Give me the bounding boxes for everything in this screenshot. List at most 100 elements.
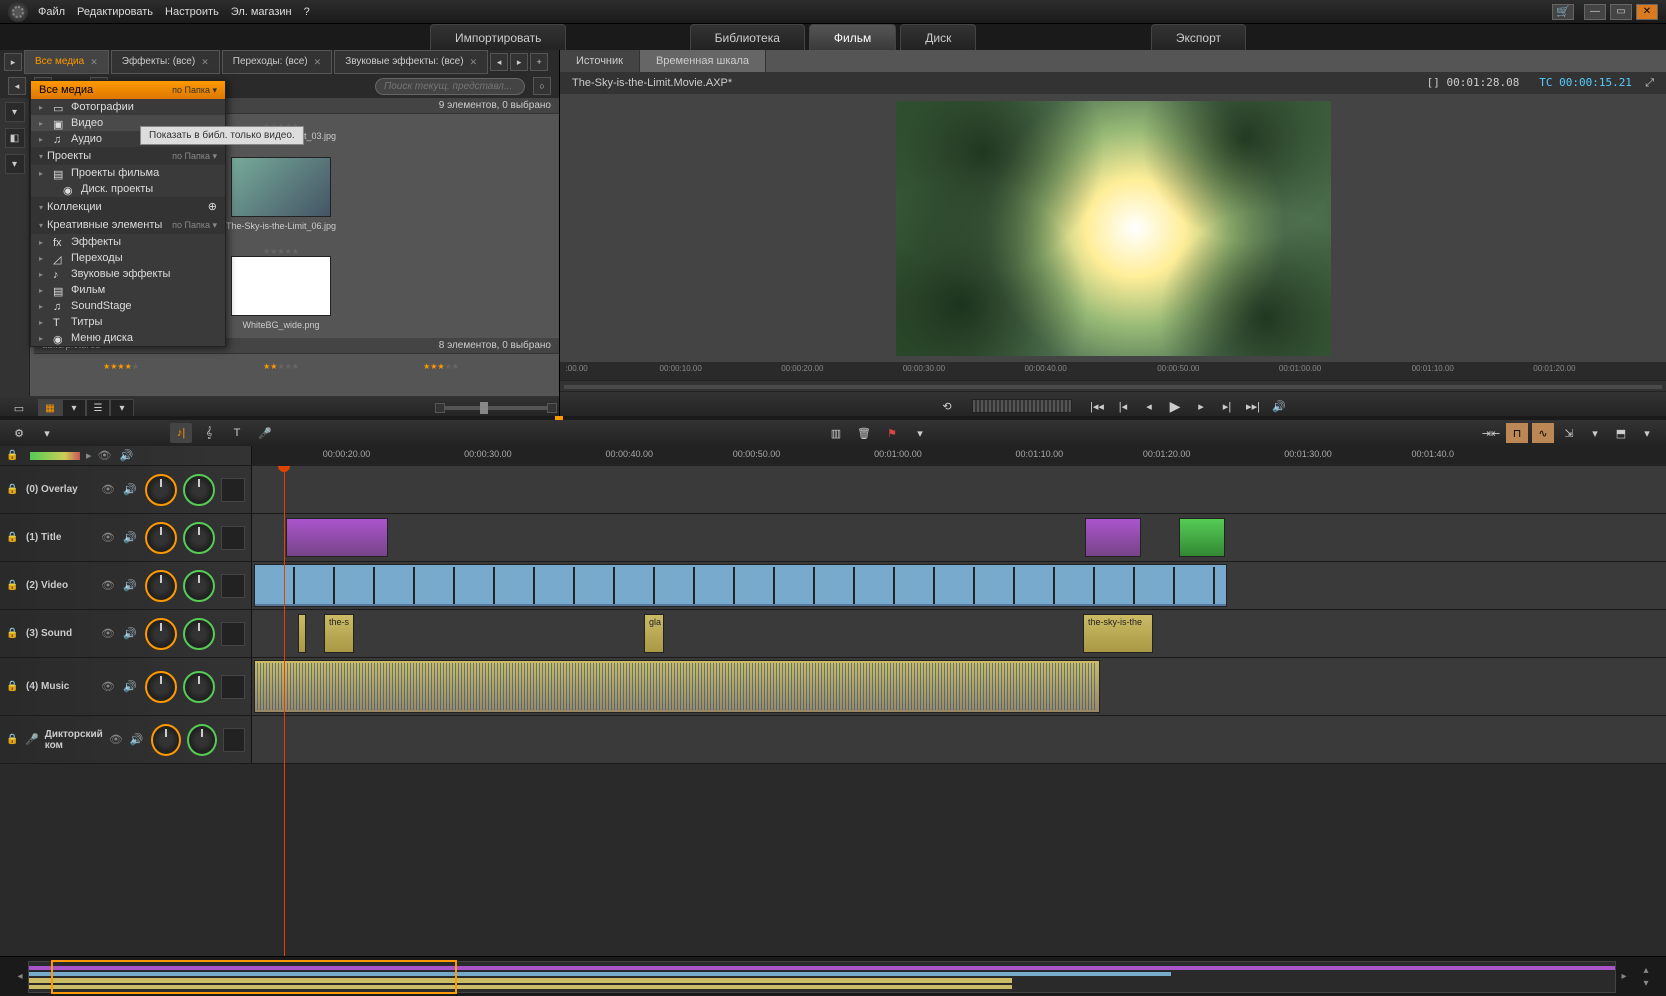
close-tab-icon[interactable]: ✕	[201, 51, 209, 73]
visibility-icon[interactable]: 👁	[101, 627, 117, 640]
tool-mode-dropdown[interactable]: ▾	[1584, 423, 1606, 443]
track-lane[interactable]: the-s gla the-sky-is-the	[252, 610, 1666, 657]
tool-trash[interactable]: 🗑	[853, 423, 875, 443]
tree-item-film-projects[interactable]: ▸▤Проекты фильма	[31, 165, 225, 181]
loop-button[interactable]: ⟲	[938, 397, 956, 415]
mute-icon[interactable]: 🔊	[123, 579, 139, 592]
window-close-button[interactable]: ✕	[1636, 4, 1658, 20]
tree-item-soundstage[interactable]: ▸♫SoundStage	[31, 298, 225, 314]
track-header[interactable]: 🔒 🎤 Дикторский ком 👁 🔊	[0, 716, 252, 763]
nav-scroll-right[interactable]: ▸	[1616, 971, 1632, 982]
nav-scroll-down[interactable]: ▾	[1638, 978, 1654, 989]
surround-grid[interactable]	[221, 526, 245, 550]
view-list-dropdown[interactable]: ▾	[110, 399, 134, 417]
mute-icon[interactable]: 🔊	[123, 531, 139, 544]
zoom-max-icon[interactable]	[547, 403, 557, 413]
track-header[interactable]: 🔒 (0) Overlay 👁 🔊	[0, 466, 252, 513]
window-maximize-button[interactable]: ▭	[1610, 4, 1632, 20]
pan-knob[interactable]	[183, 474, 215, 506]
timeline-ruler[interactable]: 00:00:20.00 00:00:30.00 00:00:40.00 00:0…	[252, 446, 1666, 466]
export-tab[interactable]: Экспорт	[1151, 24, 1246, 52]
navigator-viewport[interactable]	[51, 960, 457, 994]
thumbnail-item[interactable]: ★★★★★	[366, 362, 516, 371]
library-tab[interactable]: Библиотека	[690, 24, 805, 50]
volume-knob[interactable]	[145, 570, 177, 602]
rating-stars[interactable]: ★★★★★	[366, 362, 516, 371]
tool-voiceover[interactable]: 🎤	[254, 423, 276, 443]
pan-knob[interactable]	[183, 522, 215, 554]
track-header[interactable]: 🔒 (2) Video 👁 🔊	[0, 562, 252, 609]
tree-by-folder-label[interactable]: по Папка ▾	[172, 85, 217, 96]
strip-collapse-icon[interactable]: ▾	[5, 102, 25, 122]
tool-title[interactable]: T	[226, 423, 248, 443]
pan-knob[interactable]	[187, 724, 217, 756]
menu-edit[interactable]: Редактировать	[77, 6, 153, 18]
mute-icon[interactable]: 🔊	[123, 483, 139, 496]
surround-grid[interactable]	[221, 574, 245, 598]
sound-clip[interactable]	[298, 614, 306, 653]
sound-clip[interactable]: the-sky-is-the	[1083, 614, 1153, 653]
prev-frame-button[interactable]: |◂	[1114, 397, 1132, 415]
tree-header-all-media[interactable]: Все медиа по Папка ▾	[31, 81, 225, 99]
tool-insert[interactable]: ⬒	[1610, 423, 1632, 443]
disc-tab[interactable]: Диск	[900, 24, 976, 50]
window-minimize-button[interactable]: —	[1584, 4, 1606, 20]
library-tab-transitions[interactable]: Переходы: (все)✕	[222, 50, 332, 74]
library-zoom-slider[interactable]	[441, 406, 551, 410]
title-clip[interactable]	[286, 518, 388, 557]
surround-grid[interactable]	[221, 675, 245, 699]
library-tab-all-media[interactable]: Все медиа✕	[24, 50, 109, 74]
tree-section-projects[interactable]: ▾Проектыпо Папка ▾	[31, 147, 225, 165]
mute-icon[interactable]: 🔊	[123, 680, 139, 693]
surround-grid[interactable]	[221, 478, 245, 502]
surround-grid[interactable]	[223, 728, 245, 752]
volume-knob[interactable]	[145, 474, 177, 506]
pan-knob[interactable]	[183, 671, 215, 703]
video-clip[interactable]	[254, 564, 1227, 607]
tool-marker[interactable]: ⚑	[881, 423, 903, 443]
tree-item-photos[interactable]: ▸▭Фотографии	[31, 99, 225, 115]
tree-item-film[interactable]: ▸▤Фильм	[31, 282, 225, 298]
zoom-min-icon[interactable]	[435, 403, 445, 413]
sound-clip[interactable]: gla	[644, 614, 664, 653]
visibility-icon[interactable]: 👁	[98, 449, 114, 462]
view-list-button[interactable]: ☰	[86, 399, 110, 417]
track-header[interactable]: 🔒 (3) Sound 👁 🔊	[0, 610, 252, 657]
rating-stars[interactable]: ★★★★★	[206, 247, 356, 256]
tree-item-disc-menu[interactable]: ▸◉Меню диска	[31, 330, 225, 346]
track-lane[interactable]	[252, 466, 1666, 513]
zoom-handle[interactable]	[480, 402, 488, 414]
tool-magnet[interactable]: ⊓	[1506, 423, 1528, 443]
lock-icon[interactable]: 🔒	[6, 734, 19, 745]
visibility-icon[interactable]: 👁	[101, 483, 117, 496]
tree-item-transitions[interactable]: ▸◿Переходы	[31, 250, 225, 266]
lib-nav-back[interactable]: ◂	[8, 77, 26, 95]
title-clip[interactable]	[1179, 518, 1225, 557]
thumbnail-item[interactable]: ★★★★★	[206, 362, 356, 371]
film-tab[interactable]: Фильм	[809, 24, 896, 50]
tree-item-titles[interactable]: ▸TТитры	[31, 314, 225, 330]
mute-icon[interactable]: 🔊	[130, 733, 145, 746]
thumbnail-item[interactable]: ★★★★★	[46, 362, 196, 371]
lib-info-icon[interactable]: ▭	[8, 398, 30, 418]
visibility-icon[interactable]: 👁	[101, 531, 117, 544]
thumbnail-item[interactable]: ★★★★★WhiteBG_wide.png	[206, 247, 356, 330]
visibility-icon[interactable]: 👁	[101, 579, 117, 592]
lock-icon[interactable]: 🔒	[6, 628, 20, 639]
visibility-icon[interactable]: 👁	[101, 680, 117, 693]
tree-section-collections[interactable]: ▾Коллекции⊕	[31, 197, 225, 216]
lock-icon[interactable]: 🔒	[6, 580, 20, 591]
search-clear-icon[interactable]: ○	[533, 77, 551, 95]
tool-marker-dropdown[interactable]: ▾	[909, 423, 931, 443]
navigator-strip[interactable]	[28, 961, 1616, 993]
tree-item-sfx[interactable]: ▸♪Звуковые эффекты	[31, 266, 225, 282]
jog-wheel[interactable]	[972, 399, 1072, 413]
preview-tab-source[interactable]: Источник	[560, 50, 640, 72]
pan-knob[interactable]	[183, 618, 215, 650]
cart-icon[interactable]: 🛒	[1552, 4, 1574, 20]
library-tab-sfx[interactable]: Звуковые эффекты: (все)✕	[334, 50, 488, 74]
preview-viewport[interactable]	[560, 94, 1666, 362]
rating-stars[interactable]: ★★★★★	[46, 362, 196, 371]
menu-file[interactable]: Файл	[38, 6, 65, 18]
tool-mode[interactable]: ⇲	[1558, 423, 1580, 443]
